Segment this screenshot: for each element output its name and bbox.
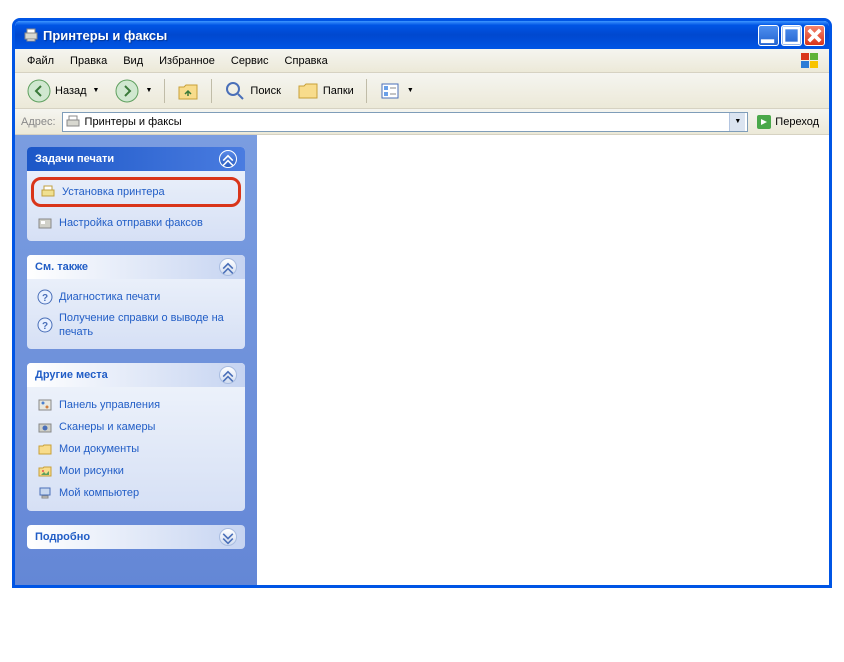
folder-up-icon bbox=[177, 80, 199, 102]
link-my-documents[interactable]: Мои документы bbox=[37, 441, 235, 457]
expand-icon[interactable] bbox=[219, 528, 237, 546]
go-button[interactable]: Переход bbox=[752, 113, 823, 131]
task-install-printer[interactable]: Установка принтера bbox=[40, 184, 232, 200]
link-control-panel[interactable]: Панель управления bbox=[37, 397, 235, 413]
address-dropdown[interactable]: ▼ bbox=[729, 113, 745, 131]
panel-header[interactable]: Задачи печати bbox=[27, 147, 245, 171]
windows-logo-icon bbox=[799, 51, 821, 71]
task-label: Установка принтера bbox=[62, 185, 165, 199]
collapse-icon[interactable] bbox=[219, 258, 237, 276]
menu-help[interactable]: Справка bbox=[277, 52, 336, 70]
pictures-icon bbox=[37, 463, 53, 479]
printer-add-icon bbox=[40, 184, 56, 200]
window-controls bbox=[758, 25, 825, 46]
close-button[interactable] bbox=[804, 25, 825, 46]
panel-title: См. также bbox=[35, 261, 219, 273]
folder-view[interactable] bbox=[257, 135, 829, 585]
fax-icon bbox=[37, 215, 53, 231]
menu-favorites[interactable]: Избранное bbox=[151, 52, 223, 70]
menu-edit[interactable]: Правка bbox=[62, 52, 115, 70]
search-button[interactable]: Поиск bbox=[218, 78, 286, 104]
link-label: Мои документы bbox=[59, 442, 139, 456]
menubar: Файл Правка Вид Избранное Сервис Справка bbox=[15, 49, 829, 73]
panel-other-places: Другие места Панель управления Сканеры и… bbox=[27, 363, 245, 511]
link-label: Панель управления bbox=[59, 398, 160, 412]
minimize-button[interactable] bbox=[758, 25, 779, 46]
content-area: Задачи печати Установка принтера Настрой… bbox=[15, 135, 829, 585]
separator bbox=[366, 79, 367, 103]
go-icon bbox=[756, 114, 772, 130]
control-panel-icon bbox=[37, 397, 53, 413]
forward-button[interactable]: ▼ bbox=[109, 77, 158, 105]
back-label: Назад bbox=[55, 85, 87, 97]
panel-details: Подробно bbox=[27, 525, 245, 549]
toolbar: Назад ▼ ▼ Поиск Папки ▼ bbox=[15, 73, 829, 109]
printer-icon bbox=[65, 114, 81, 130]
folders-icon bbox=[297, 80, 319, 102]
task-fax-setup[interactable]: Настройка отправки факсов bbox=[37, 215, 235, 231]
views-icon bbox=[379, 80, 401, 102]
collapse-icon[interactable] bbox=[219, 150, 237, 168]
link-label: Мой компьютер bbox=[59, 486, 139, 500]
link-print-help[interactable]: ? Получение справки о выводе на печать bbox=[37, 311, 235, 339]
link-my-pictures[interactable]: Мои рисунки bbox=[37, 463, 235, 479]
up-button[interactable] bbox=[171, 78, 205, 104]
addressbar: Адрес: Принтеры и факсы ▼ Переход bbox=[15, 109, 829, 135]
chevron-down-icon: ▼ bbox=[145, 87, 152, 94]
address-value: Принтеры и факсы bbox=[85, 116, 182, 128]
folders-button[interactable]: Папки bbox=[291, 78, 360, 104]
chevron-down-icon: ▼ bbox=[407, 87, 414, 94]
address-label: Адрес: bbox=[21, 116, 56, 128]
help-icon: ? bbox=[37, 289, 53, 305]
address-input[interactable]: Принтеры и факсы ▼ bbox=[62, 112, 749, 132]
panel-title: Задачи печати bbox=[35, 153, 219, 165]
panel-header[interactable]: Подробно bbox=[27, 525, 245, 549]
search-icon bbox=[224, 80, 246, 102]
folder-icon bbox=[37, 441, 53, 457]
titlebar: Принтеры и факсы bbox=[15, 21, 829, 49]
back-icon bbox=[27, 79, 51, 103]
window-title: Принтеры и факсы bbox=[43, 28, 758, 43]
panel-title: Подробно bbox=[35, 531, 219, 543]
computer-icon bbox=[37, 485, 53, 501]
panel-print-tasks: Задачи печати Установка принтера Настрой… bbox=[27, 147, 245, 241]
link-print-diagnostics[interactable]: ? Диагностика печати bbox=[37, 289, 235, 305]
go-label: Переход bbox=[775, 116, 819, 128]
menu-file[interactable]: Файл bbox=[19, 52, 62, 70]
chevron-down-icon: ▼ bbox=[93, 87, 100, 94]
separator bbox=[211, 79, 212, 103]
help-icon: ? bbox=[37, 317, 53, 333]
link-scanners-cameras[interactable]: Сканеры и камеры bbox=[37, 419, 235, 435]
collapse-icon[interactable] bbox=[219, 366, 237, 384]
views-button[interactable]: ▼ bbox=[373, 78, 420, 104]
task-label: Настройка отправки факсов bbox=[59, 216, 203, 230]
link-label: Диагностика печати bbox=[59, 290, 160, 304]
svg-text:?: ? bbox=[42, 321, 48, 332]
link-my-computer[interactable]: Мой компьютер bbox=[37, 485, 235, 501]
menu-view[interactable]: Вид bbox=[115, 52, 151, 70]
panel-title: Другие места bbox=[35, 369, 219, 381]
link-label: Мои рисунки bbox=[59, 464, 124, 478]
panel-header[interactable]: Другие места bbox=[27, 363, 245, 387]
link-label: Сканеры и камеры bbox=[59, 420, 155, 434]
maximize-button[interactable] bbox=[781, 25, 802, 46]
folders-label: Папки bbox=[323, 85, 354, 97]
printer-icon bbox=[23, 27, 39, 43]
forward-icon bbox=[115, 79, 139, 103]
link-label: Получение справки о выводе на печать bbox=[59, 311, 235, 339]
camera-icon bbox=[37, 419, 53, 435]
panel-see-also: См. также ? Диагностика печати ? Получен… bbox=[27, 255, 245, 349]
svg-text:?: ? bbox=[42, 293, 48, 304]
task-pane: Задачи печати Установка принтера Настрой… bbox=[15, 135, 257, 585]
search-label: Поиск bbox=[250, 85, 280, 97]
back-button[interactable]: Назад ▼ bbox=[21, 77, 105, 105]
menu-tools[interactable]: Сервис bbox=[223, 52, 277, 70]
separator bbox=[164, 79, 165, 103]
explorer-window: Принтеры и факсы Файл Правка Вид Избранн… bbox=[12, 18, 832, 588]
highlight-annotation: Установка принтера bbox=[31, 177, 241, 207]
panel-header[interactable]: См. также bbox=[27, 255, 245, 279]
